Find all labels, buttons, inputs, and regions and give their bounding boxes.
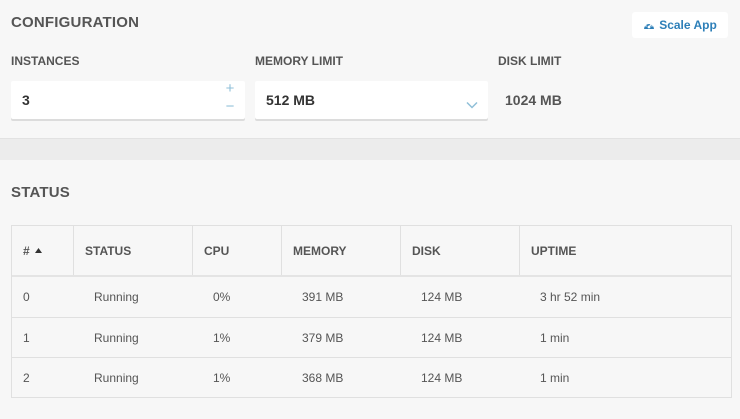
table-row: 2 Running 1% 368 MB 124 MB 1 min (12, 357, 731, 397)
cell-uptime: 1 min (540, 370, 570, 385)
column-header-disk[interactable]: DISK (401, 226, 520, 275)
cell-index: 0 (23, 290, 30, 304)
cell-disk: 124 MB (421, 330, 463, 345)
memory-limit-label: MEMORY LIMIT (255, 54, 343, 68)
cell-status: Running (94, 290, 139, 304)
instances-label: INSTANCES (11, 54, 80, 68)
cell-cpu: 0% (213, 290, 231, 304)
cell-uptime: 3 hr 52 min (540, 290, 601, 304)
cell-memory: 379 MB (302, 330, 344, 345)
chevron-down-icon (466, 96, 478, 114)
table-header: # STATUS CPU MEMORY DISK UPTIME (12, 226, 731, 277)
status-title: STATUS (11, 184, 70, 201)
cell-status: Running (94, 330, 139, 345)
sort-asc-icon[interactable] (34, 248, 42, 253)
increment-icon[interactable]: + (225, 81, 235, 96)
instances-value[interactable]: 3 (22, 92, 30, 108)
memory-limit-value: 512 MB (266, 92, 316, 108)
decrement-icon[interactable]: − (225, 99, 235, 114)
table-row: 1 Running 1% 379 MB 124 MB 1 min (12, 317, 731, 357)
table-body: 0 Running 0% 391 MB 124 MB 3 hr 52 min 1… (12, 277, 731, 397)
dashboard-icon (643, 20, 655, 31)
disk-limit-label: DISK LIMIT (498, 54, 562, 68)
status-table: # STATUS CPU MEMORY DISK UPTIME 0 Runnin… (11, 225, 732, 398)
cell-status: Running (94, 370, 139, 385)
memory-limit-select[interactable]: 512 MB (255, 81, 488, 119)
cell-index: 1 (23, 330, 30, 345)
section-divider (0, 138, 740, 160)
cell-uptime: 1 min (540, 330, 570, 345)
cell-index: 2 (23, 370, 30, 385)
cell-disk: 124 MB (421, 290, 463, 304)
scale-app-label: Scale App (659, 18, 717, 32)
column-header-index[interactable]: # (12, 226, 74, 275)
column-header-cpu[interactable]: CPU (193, 226, 282, 275)
column-header-memory[interactable]: MEMORY (282, 226, 401, 275)
configuration-section: CONFIGURATION Scale App INSTANCES MEMORY… (0, 0, 740, 138)
column-header-uptime[interactable]: UPTIME (520, 226, 731, 275)
configuration-title: CONFIGURATION (11, 14, 140, 31)
instances-stepper[interactable]: 3 + − (11, 81, 245, 119)
scale-app-button[interactable]: Scale App (632, 12, 728, 38)
cell-cpu: 1% (213, 330, 231, 345)
cell-disk: 124 MB (421, 370, 463, 385)
cell-memory: 391 MB (302, 290, 344, 304)
column-header-status[interactable]: STATUS (74, 226, 193, 275)
table-row: 0 Running 0% 391 MB 124 MB 3 hr 52 min (12, 277, 731, 317)
cell-cpu: 1% (213, 370, 231, 385)
cell-memory: 368 MB (302, 370, 344, 385)
disk-limit-value: 1024 MB (505, 92, 562, 108)
